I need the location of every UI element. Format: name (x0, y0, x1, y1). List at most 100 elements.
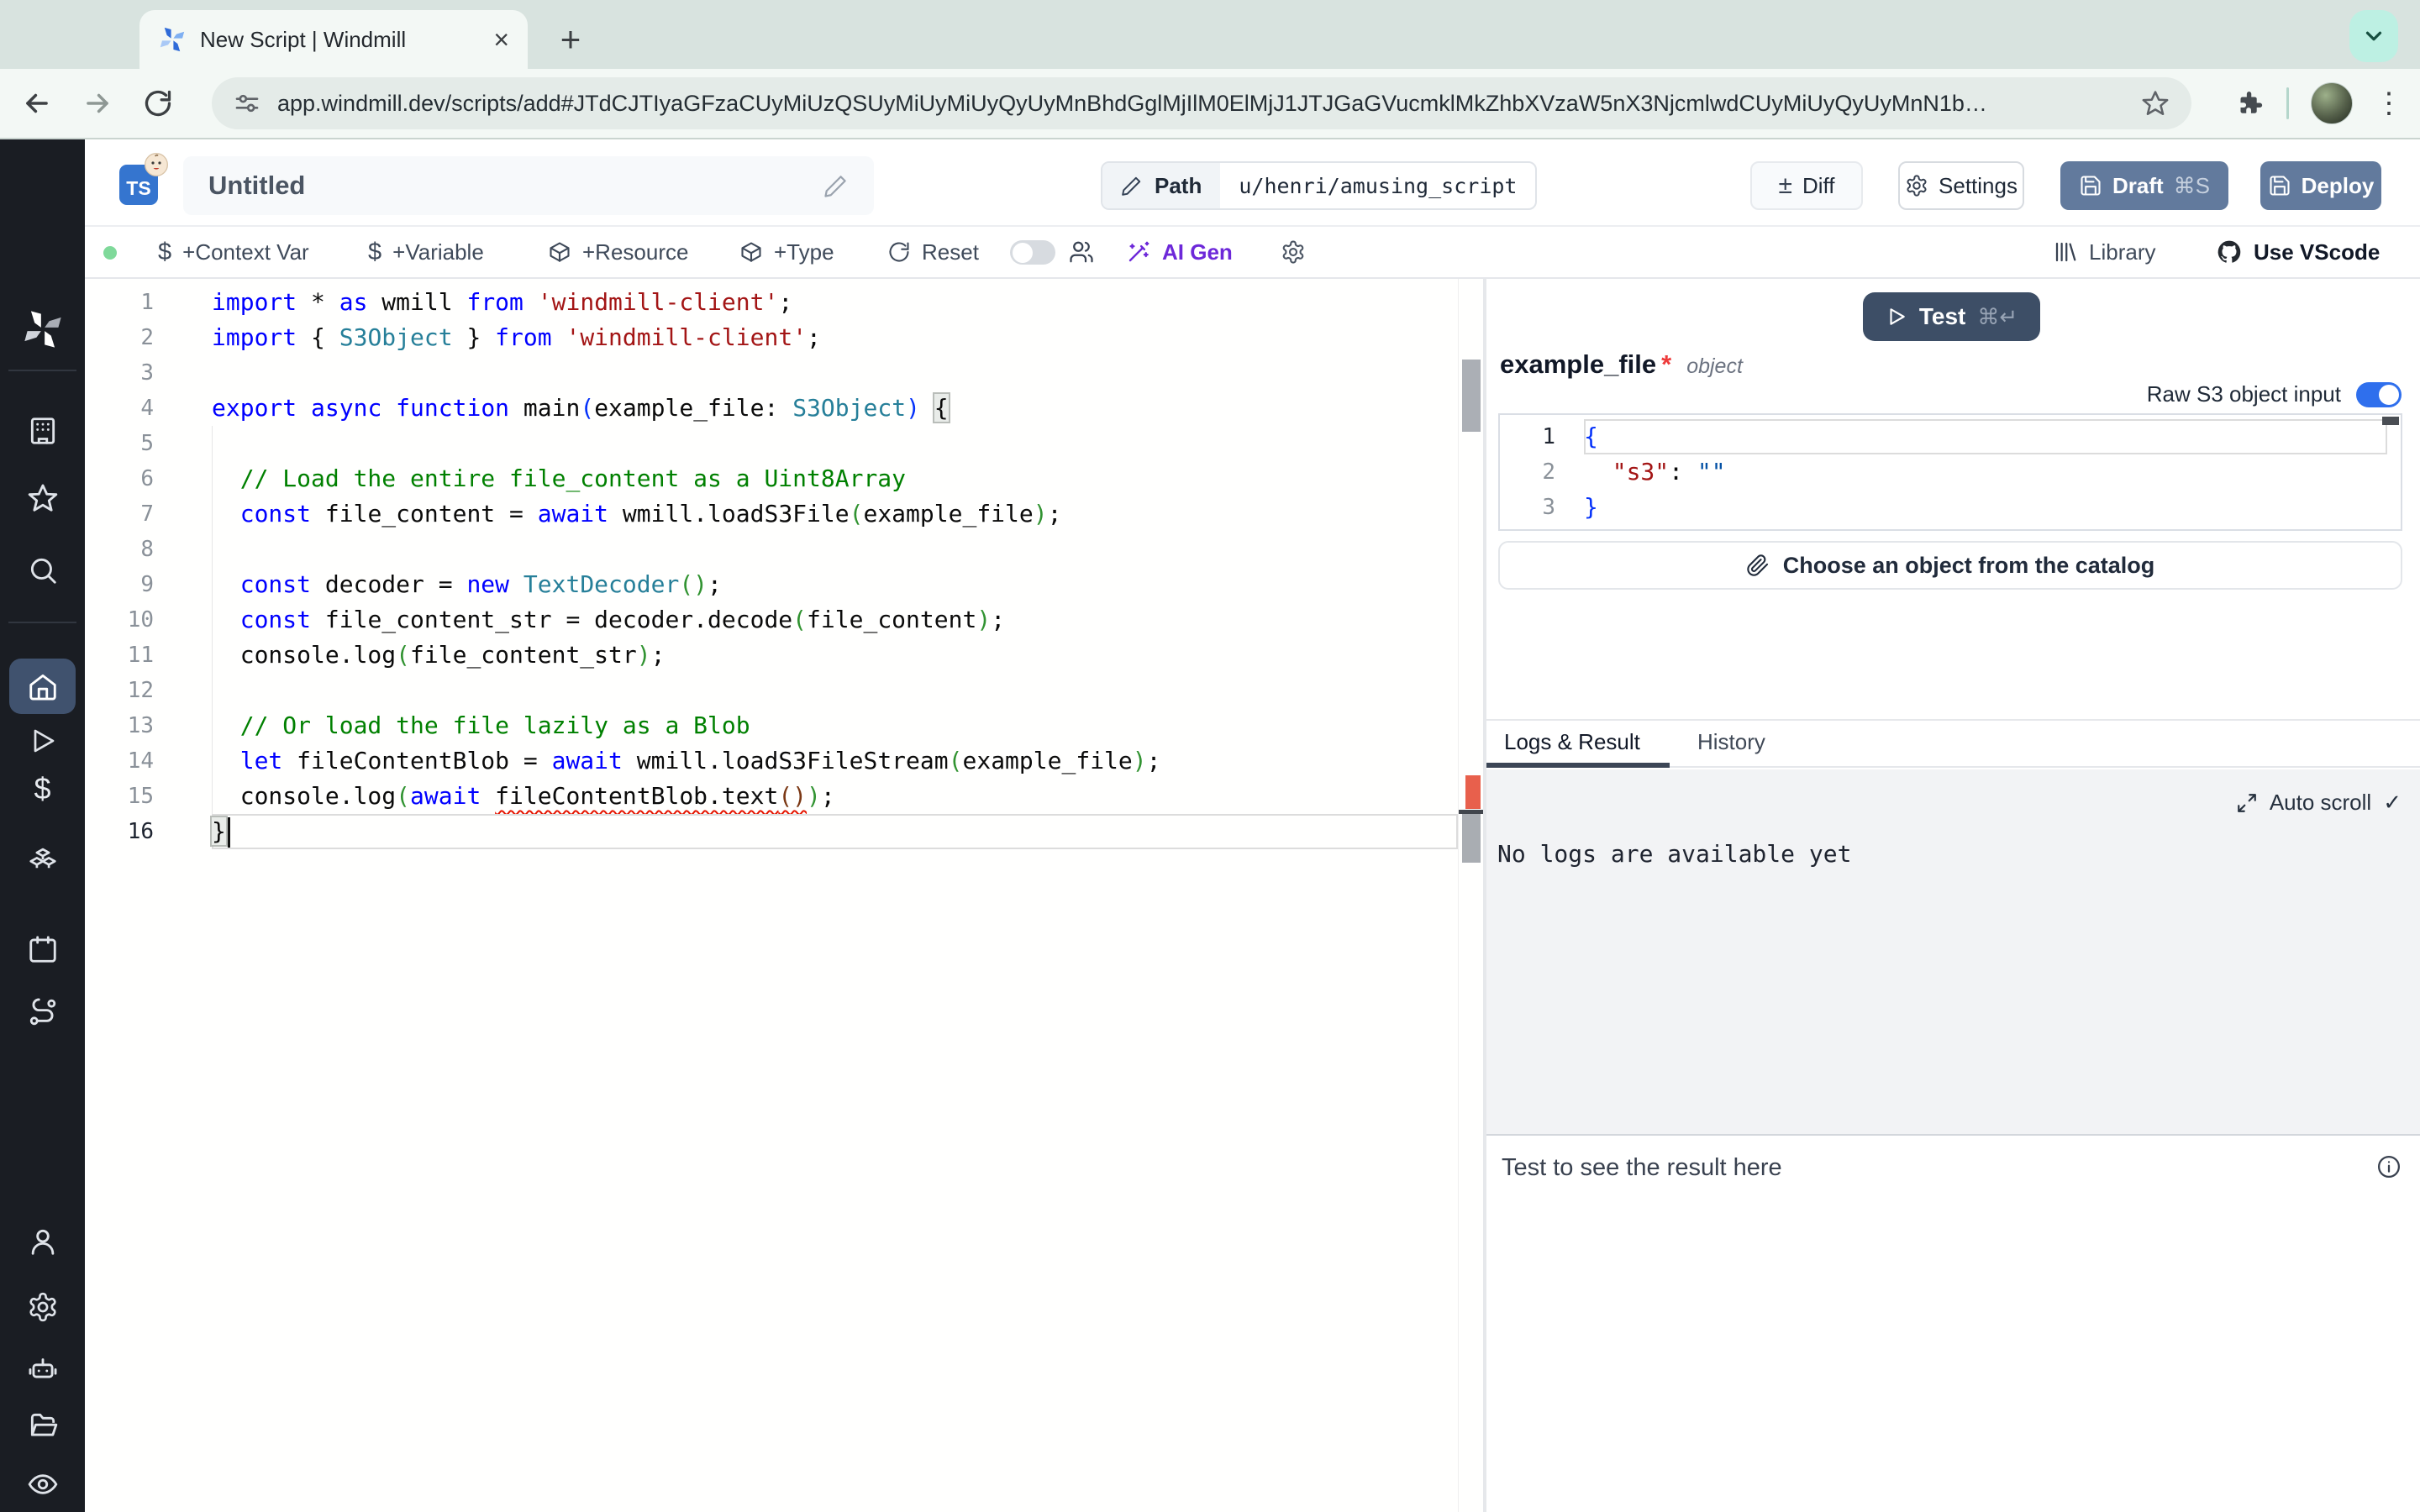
auto-scroll-label: Auto scroll (2270, 790, 2371, 816)
code-line[interactable] (212, 673, 1458, 708)
json-content[interactable]: { "s3": ""} (1584, 419, 2387, 525)
reset-button[interactable]: Reset (887, 227, 979, 277)
forward-button[interactable] (79, 85, 116, 122)
reload-button[interactable] (139, 85, 176, 122)
code-content[interactable]: import * as wmill from 'windmill-client'… (212, 285, 1458, 849)
line-number: 2 (85, 320, 154, 355)
draft-label: Draft (2112, 173, 2164, 199)
code-line[interactable]: "s3": "" (1584, 454, 2387, 490)
windmill-logo-icon[interactable] (0, 307, 85, 351)
sidebar-item-workspace[interactable] (0, 415, 85, 447)
tab-history[interactable]: History (1697, 729, 1765, 755)
choose-object-button[interactable]: Choose an object from the catalog (1498, 541, 2402, 590)
expand-icon (2236, 792, 2258, 814)
sidebar-item-variables[interactable]: $ (0, 771, 85, 806)
library-label: Library (2089, 239, 2155, 265)
gear-icon (1905, 174, 1928, 197)
browser-tab[interactable]: New Script | Windmill × (139, 10, 528, 69)
add-type-label: +Type (774, 239, 834, 265)
code-line[interactable]: let fileContentBlob = await wmill.loadS3… (212, 743, 1458, 779)
script-name-input[interactable]: Untitled (183, 156, 874, 215)
editor-settings-button[interactable] (1281, 227, 1306, 277)
sidebar-item-home[interactable] (9, 659, 76, 714)
code-line[interactable]: const decoder = new TextDecoder(); (212, 567, 1458, 602)
code-line[interactable]: // Load the entire file_content as a Uin… (212, 461, 1458, 496)
code-line[interactable] (212, 532, 1458, 567)
code-line[interactable]: } (1584, 490, 2387, 525)
code-line[interactable] (212, 355, 1458, 391)
draft-shortcut: ⌘S (2174, 173, 2210, 199)
package-icon (739, 240, 763, 264)
extensions-puzzle-icon[interactable] (2234, 88, 2265, 118)
scrollbar-thumb[interactable] (1462, 360, 1481, 432)
code-line[interactable]: { (1584, 419, 2387, 454)
raw-s3-toggle[interactable] (2356, 382, 2402, 407)
ai-gen-label: AI Gen (1162, 239, 1233, 265)
collaborators-indicator[interactable] (1069, 227, 1094, 277)
code-line[interactable]: console.log(await fileContentBlob.text()… (212, 779, 1458, 814)
add-context-var-button[interactable]: $ +Context Var (158, 227, 309, 277)
library-button[interactable]: Library (2053, 227, 2155, 277)
line-number: 8 (85, 532, 154, 567)
draft-button[interactable]: Draft ⌘S (2060, 161, 2228, 210)
address-bar[interactable]: app.windmill.dev/scripts/add#JTdCJTIyaGF… (212, 77, 2191, 129)
json-arg-editor[interactable]: 123 { "s3": ""} (1498, 413, 2402, 531)
add-type-button[interactable]: +Type (739, 227, 834, 277)
test-button[interactable]: Test ⌘↵ (1863, 292, 2040, 341)
code-line[interactable]: console.log(file_content_str); (212, 638, 1458, 673)
tab-close-icon[interactable]: × (493, 26, 509, 53)
path-edit-button[interactable]: Path (1102, 163, 1220, 208)
browser-menu-icon[interactable]: ⋮ (2375, 87, 2403, 120)
save-icon (2268, 174, 2291, 197)
add-resource-button[interactable]: +Resource (548, 227, 688, 277)
sidebar-item-settings[interactable] (0, 1291, 85, 1323)
code-editor[interactable]: 12345678910111213141516 import * as wmil… (85, 279, 1483, 1512)
code-line[interactable]: import * as wmill from 'windmill-client'… (212, 285, 1458, 320)
editor-toolbar: $ +Context Var $ +Variable +Resource +Ty… (85, 227, 2420, 279)
sidebar-item-audit-logs[interactable] (0, 1468, 85, 1500)
auto-scroll-control[interactable]: Auto scroll ✓ (2236, 790, 2402, 816)
code-line[interactable]: const file_content_str = decoder.decode(… (212, 602, 1458, 638)
settings-button[interactable]: Settings (1898, 161, 2024, 210)
code-line[interactable]: const file_content = await wmill.loadS3F… (212, 496, 1458, 532)
bookmark-star-icon[interactable] (2141, 89, 2170, 118)
status-dot (103, 246, 117, 260)
screen: New Script | Windmill × + app.windmill.d… (0, 0, 2420, 1512)
ai-gen-button[interactable]: AI Gen (1126, 227, 1233, 277)
editor-scrollbar[interactable] (1458, 279, 1483, 1512)
profile-avatar[interactable] (2311, 82, 2353, 124)
new-tab-button[interactable]: + (548, 17, 593, 62)
line-number: 3 (85, 355, 154, 391)
sidebar-item-schedules[interactable] (0, 933, 85, 965)
info-icon[interactable] (2376, 1154, 2402, 1179)
code-line[interactable]: // Or load the file lazily as a Blob (212, 708, 1458, 743)
diff-button[interactable]: ± Diff (1750, 161, 1863, 210)
sidebar-item-folders[interactable] (0, 1410, 85, 1441)
tab-search-button[interactable] (2349, 10, 2398, 62)
sidebar-item-user[interactable] (0, 1226, 85, 1257)
sidebar-item-resources[interactable] (0, 840, 85, 872)
deploy-button[interactable]: Deploy (2260, 161, 2381, 210)
code-line[interactable]: import { S3Object } from 'windmill-clien… (212, 320, 1458, 355)
code-line[interactable] (212, 426, 1458, 461)
code-line[interactable]: export async function main(example_file:… (212, 391, 1458, 426)
back-button[interactable] (18, 85, 55, 122)
sidebar-item-workers[interactable] (0, 1352, 85, 1383)
path-control[interactable]: Path u/henri/amusing_script (1101, 161, 1537, 210)
use-vscode-button[interactable]: Use VScode (2216, 227, 2380, 277)
diff-icon: ± (1779, 171, 1792, 200)
check-icon: ✓ (2383, 790, 2402, 816)
scrollbar-thumb[interactable] (1462, 814, 1481, 863)
sidebar-item-flows[interactable] (0, 996, 85, 1028)
code-line[interactable]: } (212, 814, 1458, 849)
sidebar-item-runs[interactable] (0, 726, 85, 756)
add-variable-button[interactable]: $ +Variable (368, 227, 484, 277)
sidebar-item-search[interactable] (0, 554, 85, 586)
pencil-icon (1121, 175, 1143, 197)
scrollbar-thumb[interactable] (2382, 417, 2399, 425)
sidebar-item-favorites[interactable] (0, 482, 85, 514)
tab-logs-result[interactable]: Logs & Result (1504, 729, 1640, 755)
multiplayer-toggle[interactable] (1010, 240, 1055, 265)
path-value: u/henri/amusing_script (1220, 174, 1535, 198)
package-icon (548, 240, 571, 264)
